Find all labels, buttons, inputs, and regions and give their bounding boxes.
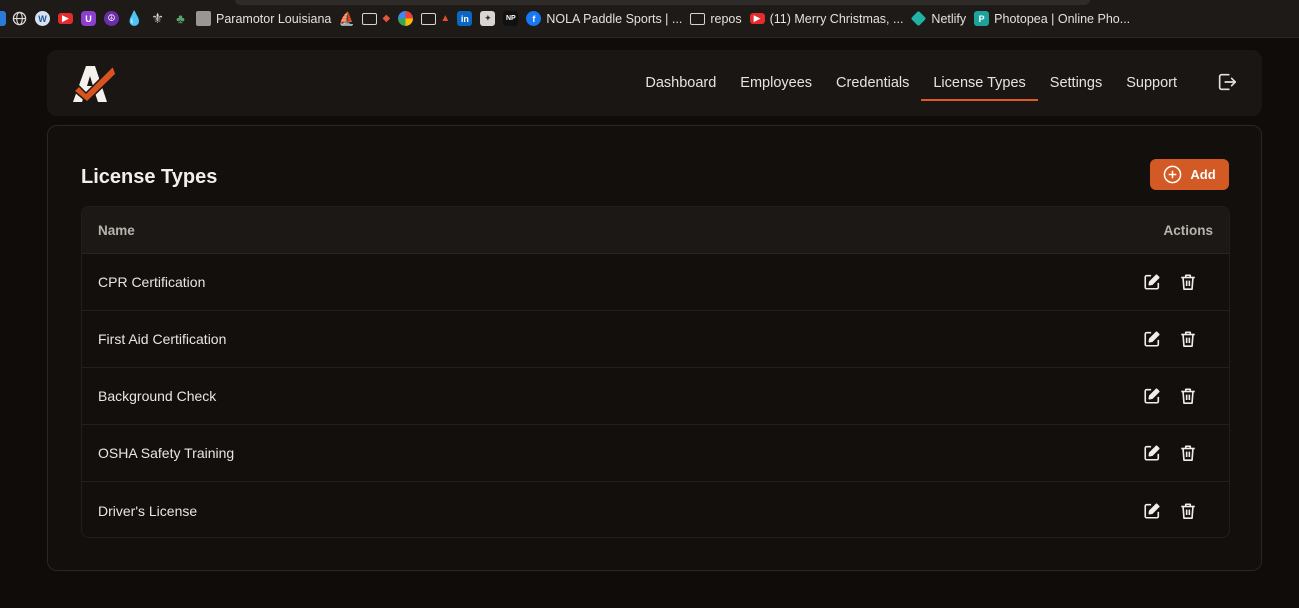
trash-icon[interactable] bbox=[1179, 387, 1197, 405]
row-actions bbox=[1143, 273, 1197, 291]
edit-icon[interactable] bbox=[1143, 330, 1161, 348]
bookmark-globe[interactable] bbox=[8, 7, 31, 31]
folder-icon bbox=[421, 12, 437, 25]
sailboat-icon: ⛵ bbox=[338, 10, 355, 26]
table-row: Background Check bbox=[82, 368, 1229, 425]
license-name: OSHA Safety Training bbox=[98, 445, 235, 461]
bookmark-np[interactable]: NP bbox=[499, 7, 522, 31]
license-name: Driver's License bbox=[98, 502, 198, 519]
globe-icon bbox=[12, 11, 27, 26]
bookmark-fleur[interactable]: ⚜ bbox=[146, 7, 169, 31]
app-header: Dashboard Employees Credentials License … bbox=[47, 50, 1262, 116]
nav-dashboard[interactable]: Dashboard bbox=[633, 50, 728, 116]
bookmark-nola-paddle[interactable]: f NOLA Paddle Sports | ... bbox=[522, 7, 686, 31]
puzzle-icon: ✦ bbox=[480, 11, 496, 26]
column-name: Name bbox=[98, 222, 135, 238]
tab-strip-edge bbox=[235, 0, 1090, 5]
wordpress-icon: W bbox=[35, 11, 50, 26]
np-icon: NP bbox=[503, 11, 519, 26]
license-name: CPR Certification bbox=[98, 274, 206, 290]
app-icon bbox=[0, 11, 6, 26]
bookmark-folder-1[interactable]: ◆ bbox=[358, 7, 394, 31]
nav-settings[interactable]: Settings bbox=[1038, 50, 1114, 116]
edit-icon[interactable] bbox=[1143, 387, 1161, 405]
trash-icon[interactable] bbox=[1179, 502, 1197, 520]
row-actions bbox=[1143, 387, 1197, 405]
facebook-icon: f bbox=[526, 11, 542, 26]
bookmark-repos[interactable]: repos bbox=[686, 7, 745, 31]
bookmark-pinwheel[interactable] bbox=[394, 7, 417, 31]
popcorn-icon: ▲ bbox=[440, 13, 451, 24]
table-header: Name Actions bbox=[82, 207, 1229, 254]
add-button-label: Add bbox=[1190, 167, 1216, 182]
nav-employees[interactable]: Employees bbox=[728, 50, 824, 116]
bookmark-label: repos bbox=[710, 11, 742, 26]
license-name: First Aid Certification bbox=[98, 331, 227, 347]
page-title: License Types bbox=[81, 166, 218, 188]
table-row: First Aid Certification bbox=[82, 311, 1229, 368]
folder-icon bbox=[362, 12, 378, 25]
youtube-icon: ▶ bbox=[58, 13, 73, 24]
bookmark-folder-2[interactable]: ▲ bbox=[417, 7, 453, 31]
logout-icon[interactable] bbox=[1216, 71, 1238, 93]
bookmark-linkedin[interactable]: in bbox=[453, 7, 476, 31]
bookmarks-bar: W ▶ U ☮ 💧 ⚜ ♣ Paramotor Louisiana ⛵ ◆ ▲ … bbox=[0, 0, 1299, 38]
trash-icon[interactable] bbox=[1179, 444, 1197, 462]
bookmark-paramotor[interactable]: Paramotor Louisiana bbox=[192, 7, 335, 31]
table-row: OSHA Safety Training bbox=[82, 425, 1229, 482]
row-actions bbox=[1143, 502, 1197, 520]
row-actions bbox=[1143, 444, 1197, 462]
bookmark-cut-off[interactable] bbox=[0, 7, 8, 31]
edit-icon[interactable] bbox=[1143, 502, 1161, 520]
bookmark-drop[interactable]: 💧 bbox=[123, 7, 146, 31]
license-name: Background Check bbox=[98, 388, 217, 404]
row-actions bbox=[1143, 330, 1197, 348]
bookmark-sail[interactable]: ⛵ bbox=[335, 7, 358, 31]
bookmark-peace[interactable]: ☮ bbox=[100, 7, 123, 31]
ublock-icon: U bbox=[81, 11, 96, 26]
folder-icon bbox=[690, 12, 706, 25]
bookmark-ublock[interactable]: U bbox=[77, 7, 100, 31]
bookmark-netlify[interactable]: Netlify bbox=[907, 7, 970, 31]
app-logo[interactable] bbox=[69, 60, 117, 106]
fleur-de-lis-icon: ⚜ bbox=[151, 10, 164, 26]
plus-circle-icon bbox=[1164, 165, 1182, 184]
bookmark-wordpress[interactable]: W bbox=[31, 7, 54, 31]
add-button[interactable]: Add bbox=[1150, 159, 1229, 190]
netlify-icon bbox=[911, 10, 927, 27]
bookmark-youtube[interactable]: ▶ bbox=[54, 7, 77, 31]
trash-icon[interactable] bbox=[1179, 330, 1197, 348]
table-row: Driver's License bbox=[82, 482, 1229, 537]
pinwheel-icon bbox=[398, 11, 414, 26]
bookmark-label: Paramotor Louisiana bbox=[216, 11, 332, 26]
bookmark-photopea[interactable]: P Photopea | Online Pho... bbox=[970, 7, 1134, 31]
bookmark-label: Photopea | Online Pho... bbox=[994, 11, 1131, 26]
bookmark-label: Netlify bbox=[931, 11, 967, 26]
main-nav: Dashboard Employees Credentials License … bbox=[633, 50, 1189, 116]
license-types-table: Name Actions CPR Certification First Aid… bbox=[81, 206, 1230, 538]
cube-icon bbox=[196, 11, 211, 26]
bookmark-label: (11) Merry Christmas, ... bbox=[769, 11, 904, 26]
edit-icon[interactable] bbox=[1143, 273, 1161, 291]
edit-icon[interactable] bbox=[1143, 444, 1161, 462]
youtube-icon: ▶ bbox=[749, 13, 765, 24]
table-row: CPR Certification bbox=[82, 254, 1229, 311]
bookmark-label: NOLA Paddle Sports | ... bbox=[546, 11, 683, 26]
plant-icon: ♣ bbox=[176, 11, 185, 26]
bookmark-merry-christmas[interactable]: ▶ (11) Merry Christmas, ... bbox=[746, 7, 908, 31]
bookmark-plant[interactable]: ♣ bbox=[169, 7, 192, 31]
column-actions: Actions bbox=[1163, 222, 1213, 238]
license-types-card: License Types Add Name Actions CPR Certi… bbox=[47, 125, 1262, 571]
photopea-icon: P bbox=[974, 11, 990, 26]
peace-icon: ☮ bbox=[104, 11, 119, 26]
trash-icon[interactable] bbox=[1179, 273, 1197, 291]
drop-icon: 💧 bbox=[125, 10, 144, 26]
paint-icon: ◆ bbox=[382, 13, 391, 24]
nav-license-types[interactable]: License Types bbox=[921, 50, 1039, 116]
nav-support[interactable]: Support bbox=[1114, 50, 1189, 116]
linkedin-icon: in bbox=[457, 11, 473, 26]
bookmark-puzzle[interactable]: ✦ bbox=[476, 7, 499, 31]
nav-credentials[interactable]: Credentials bbox=[824, 50, 921, 116]
